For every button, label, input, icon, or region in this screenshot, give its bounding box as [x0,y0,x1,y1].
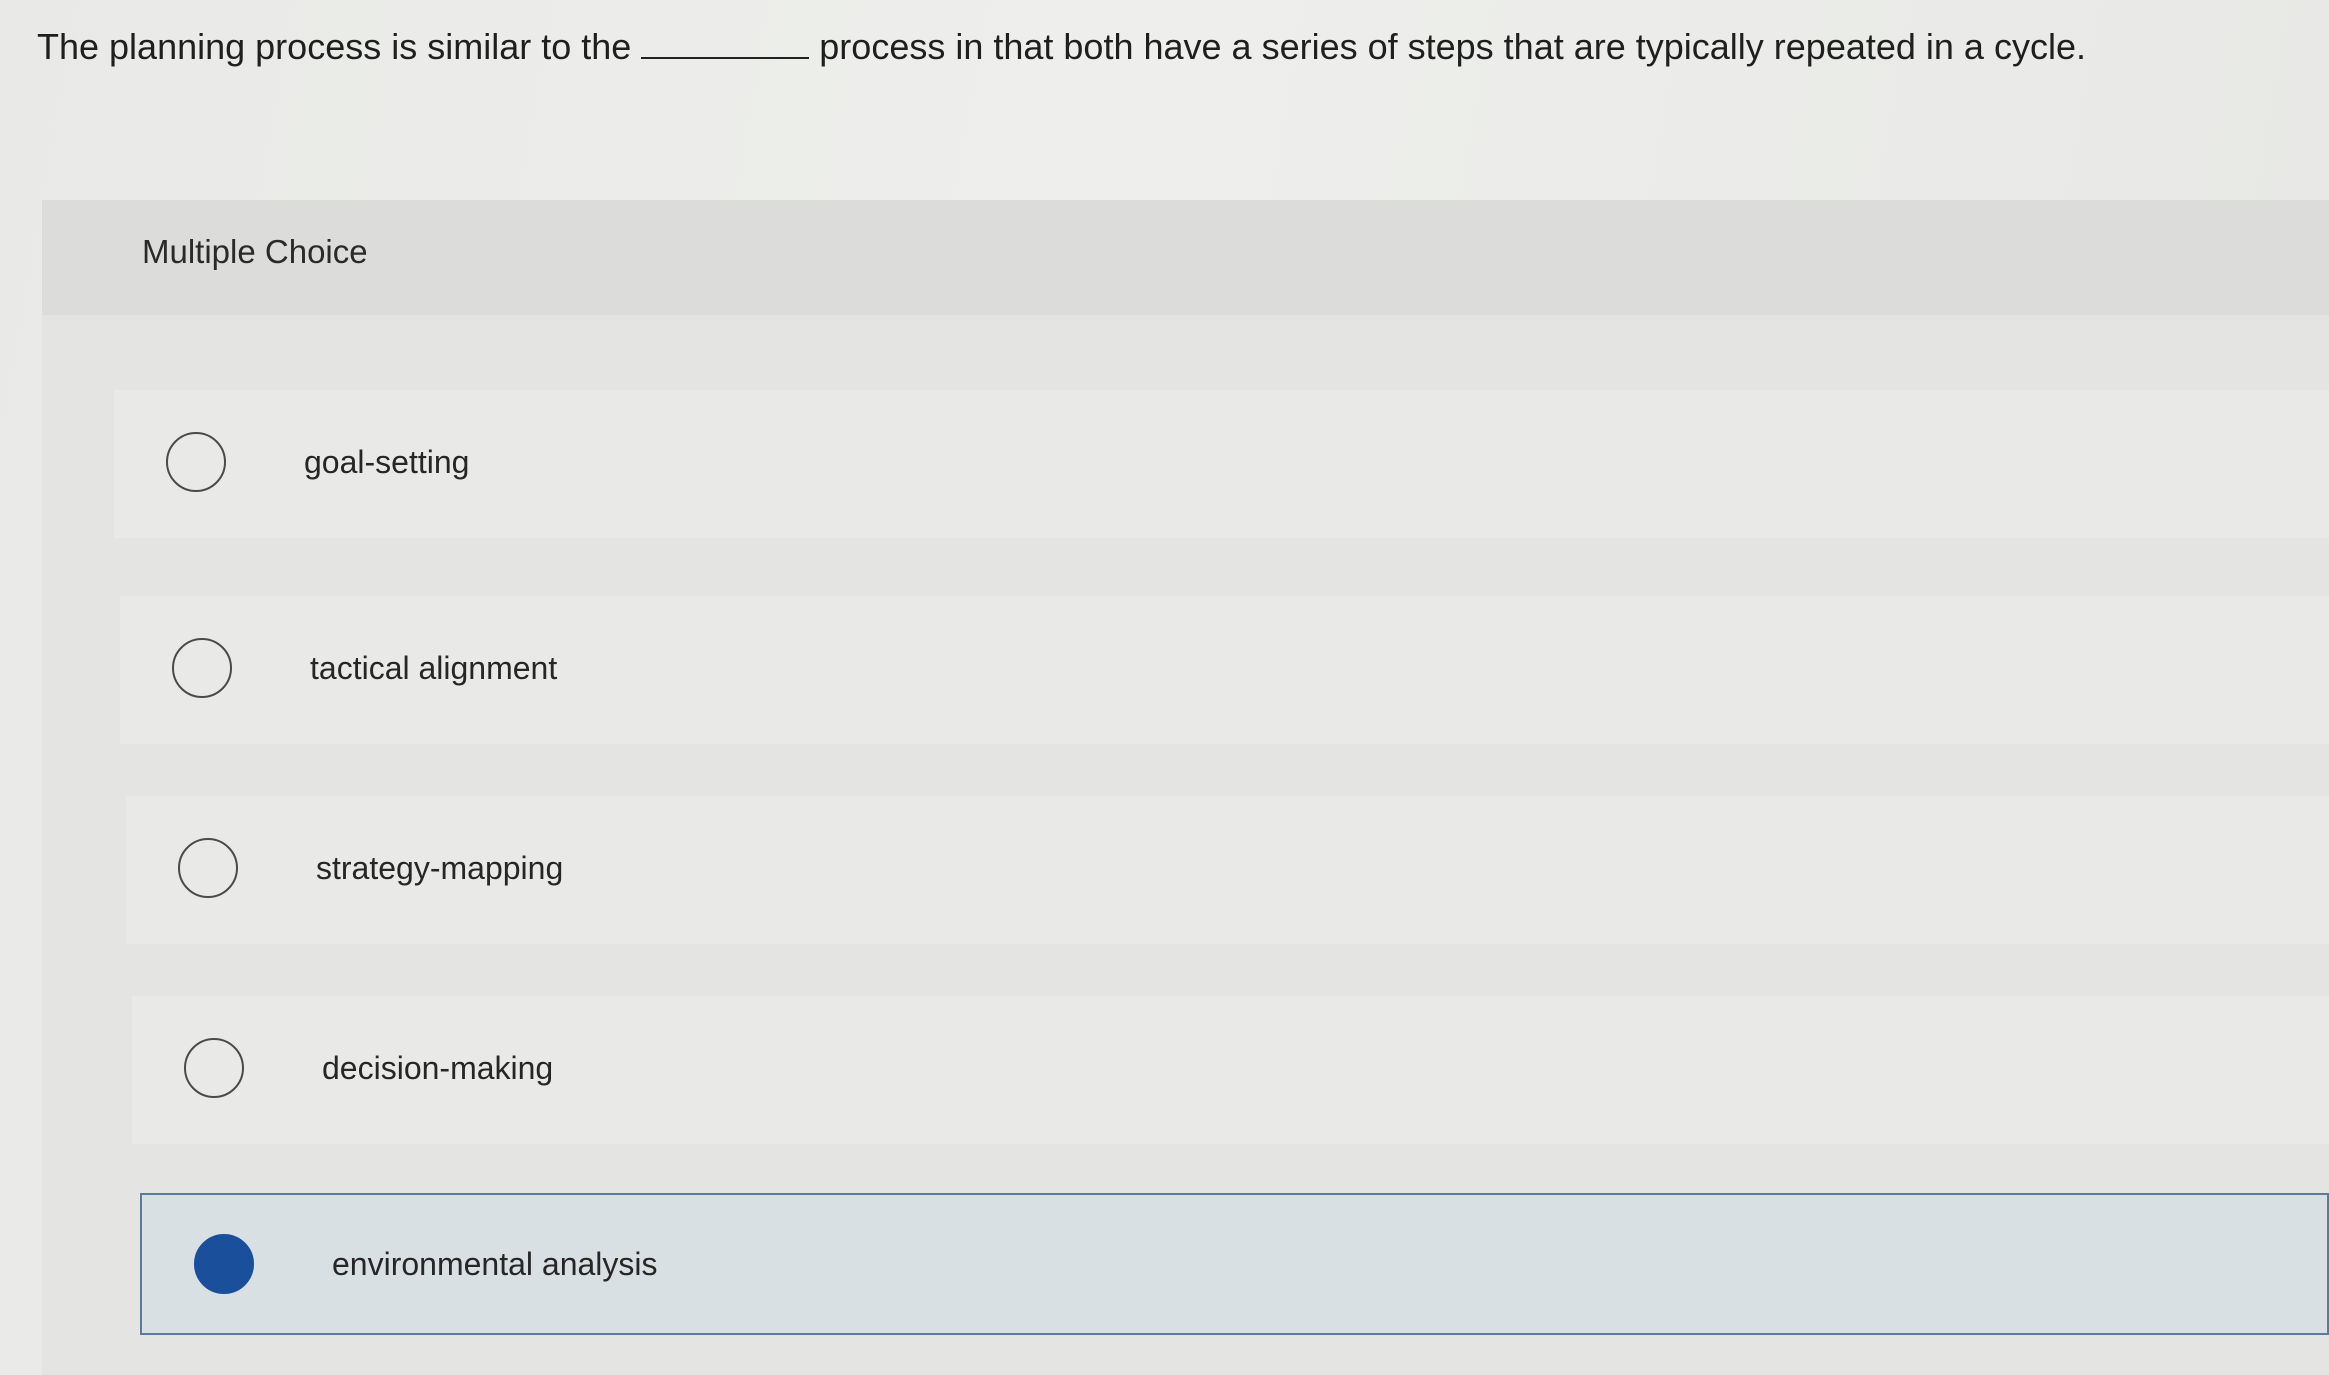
option-label: environmental analysis [332,1246,658,1282]
radio-button-icon[interactable] [166,432,226,492]
option-label: tactical alignment [310,650,558,686]
option-label: goal-setting [304,444,470,480]
question-text-before-blank: The planning process is similar to the [37,26,632,67]
option-strategy-mapping[interactable]: strategy-mapping [126,796,2329,944]
panel-header: Multiple Choice [42,200,2329,315]
question-type-label: Multiple Choice [142,233,368,270]
option-goal-setting[interactable]: goal-setting [114,390,2329,538]
answer-blank [641,23,810,59]
radio-button-selected-icon[interactable] [194,1234,254,1294]
option-decision-making[interactable]: decision-making [132,996,2329,1144]
multiple-choice-panel: Multiple Choice goal-setting tactical al… [42,200,2329,1375]
option-tactical-alignment[interactable]: tactical alignment [120,596,2329,744]
radio-button-icon[interactable] [172,638,232,698]
question-text-after-blank: process in that both have a series of st… [819,26,2086,67]
option-environmental-analysis[interactable]: environmental analysis [140,1193,2329,1335]
radio-button-icon[interactable] [184,1038,244,1098]
option-label: strategy-mapping [316,850,564,886]
question-text: The planning process is similar to the pr… [37,22,2297,72]
option-label: decision-making [322,1050,554,1086]
radio-button-icon[interactable] [178,838,238,898]
